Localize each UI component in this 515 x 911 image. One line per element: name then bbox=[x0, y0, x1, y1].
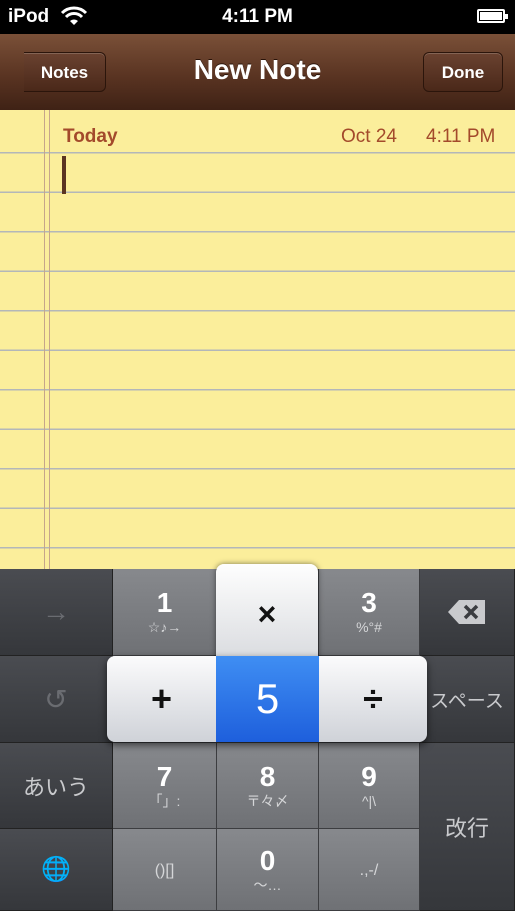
flick-popup: + 5 ÷ bbox=[107, 656, 427, 742]
punctuation-key[interactable]: .,-/ bbox=[319, 829, 420, 911]
key-1-sublabel: ☆♪→ bbox=[147, 619, 182, 635]
key-3-sublabel: %°# bbox=[356, 619, 382, 635]
done-button[interactable]: Done bbox=[423, 52, 503, 92]
arrow-right-key[interactable]: → bbox=[0, 569, 113, 656]
key-8[interactable]: 8 〒々〆 bbox=[217, 743, 319, 829]
margin-line bbox=[49, 110, 50, 569]
status-bar: iPod 4:11 PM bbox=[0, 0, 515, 34]
key-8-label: 8 bbox=[259, 760, 276, 792]
status-time: 4:11 PM bbox=[222, 6, 293, 27]
undo-icon: ↺ bbox=[44, 683, 68, 715]
key-3[interactable]: 3 %°# bbox=[319, 569, 420, 656]
key-0-sublabel: 〜… bbox=[253, 876, 282, 893]
key-0[interactable]: 0 〜… bbox=[217, 829, 319, 911]
key-9-label: 9 bbox=[361, 760, 377, 792]
note-date-label: Oct 24 bbox=[341, 126, 397, 147]
key-9[interactable]: 9 ^|\ bbox=[319, 743, 420, 829]
delete-icon bbox=[448, 600, 485, 624]
flick-option-right[interactable]: ÷ bbox=[319, 656, 427, 742]
flick-option-center[interactable]: 5 bbox=[216, 656, 319, 742]
key-7-label: 7 bbox=[156, 760, 173, 792]
brackets-key[interactable]: ()[] bbox=[113, 829, 217, 911]
navigation-bar: Notes New Note Done bbox=[0, 34, 515, 111]
key-7[interactable]: 7 「」: bbox=[113, 743, 217, 829]
globe-icon: 🌐 bbox=[41, 856, 71, 883]
punctuation-key-label: .,-/ bbox=[359, 861, 379, 879]
note-time-label: 4:11 PM bbox=[426, 126, 496, 147]
key-8-sublabel: 〒々〆 bbox=[246, 792, 289, 809]
brackets-key-label: ()[] bbox=[154, 861, 175, 879]
battery-icon bbox=[477, 9, 508, 23]
flick-popup-up: × bbox=[216, 564, 318, 664]
text-cursor bbox=[62, 156, 66, 194]
space-key-label: スペース bbox=[430, 690, 504, 712]
space-key[interactable]: スペース bbox=[420, 656, 515, 743]
kana-key[interactable]: あいう bbox=[0, 743, 113, 829]
key-1-label: 1 bbox=[156, 587, 173, 618]
return-key-label: 改行 bbox=[444, 815, 489, 841]
note-day-label: Today bbox=[63, 126, 118, 147]
delete-key[interactable] bbox=[420, 569, 515, 656]
key-9-sublabel: ^|\ bbox=[361, 792, 377, 809]
return-key[interactable]: 改行 bbox=[420, 743, 515, 911]
arrow-right-icon: → bbox=[42, 596, 70, 627]
key-1[interactable]: 1 ☆♪→ bbox=[113, 569, 217, 656]
kana-key-label: あいう bbox=[22, 774, 89, 800]
note-text-area[interactable] bbox=[0, 110, 515, 569]
key-3-label: 3 bbox=[361, 587, 377, 618]
flick-option-left[interactable]: + bbox=[107, 656, 216, 742]
margin-line bbox=[44, 110, 45, 569]
key-0-label: 0 bbox=[259, 844, 276, 876]
key-7-sublabel: 「」: bbox=[148, 792, 181, 809]
undo-key[interactable]: ↺ bbox=[0, 656, 113, 743]
globe-key[interactable]: 🌐 bbox=[0, 829, 113, 911]
